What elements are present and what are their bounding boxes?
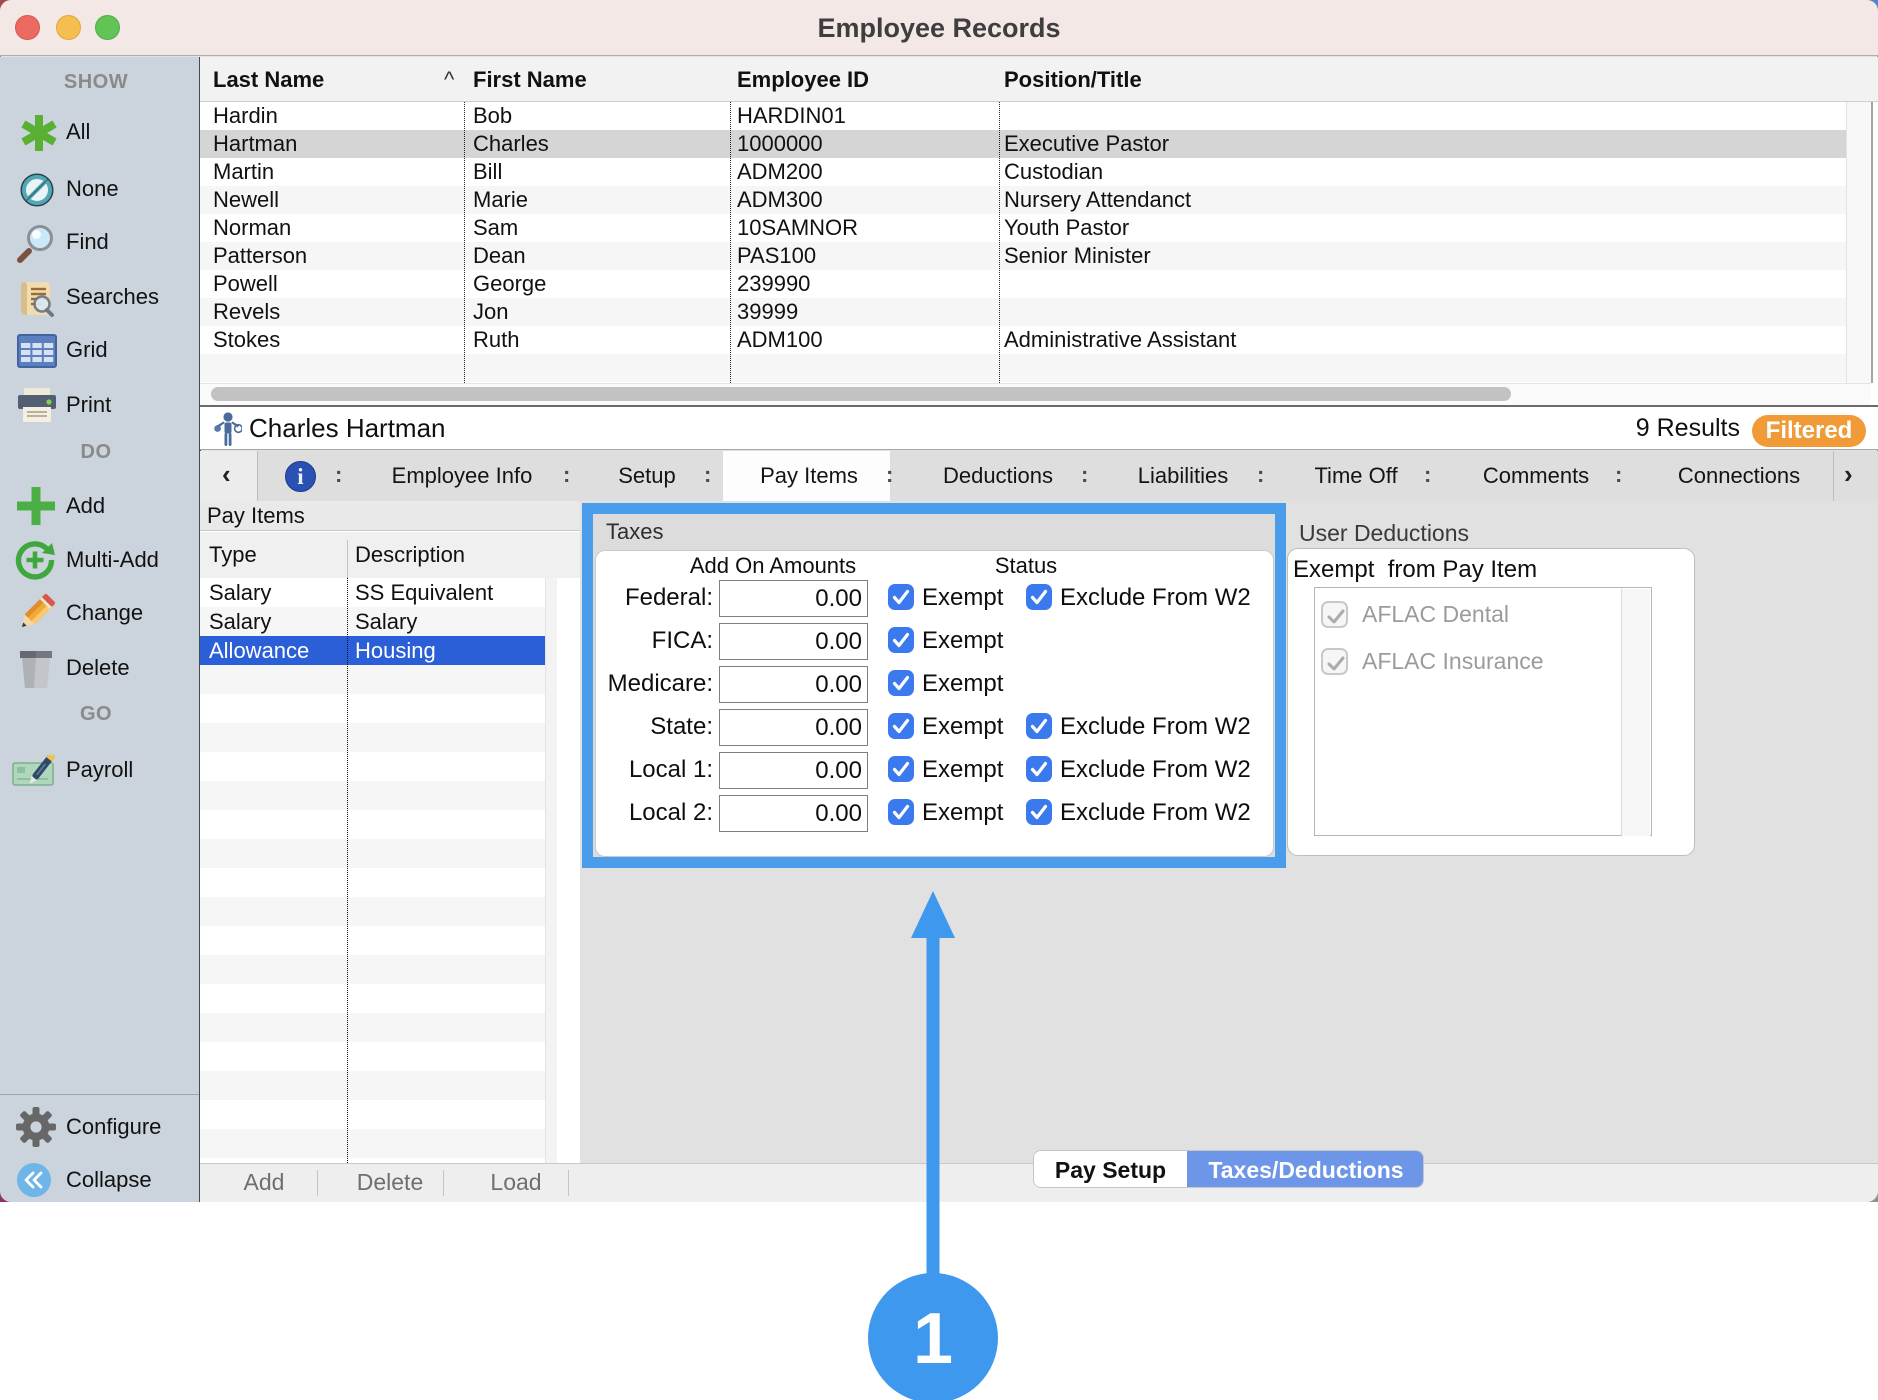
svg-text:1: 1 (913, 1299, 953, 1379)
